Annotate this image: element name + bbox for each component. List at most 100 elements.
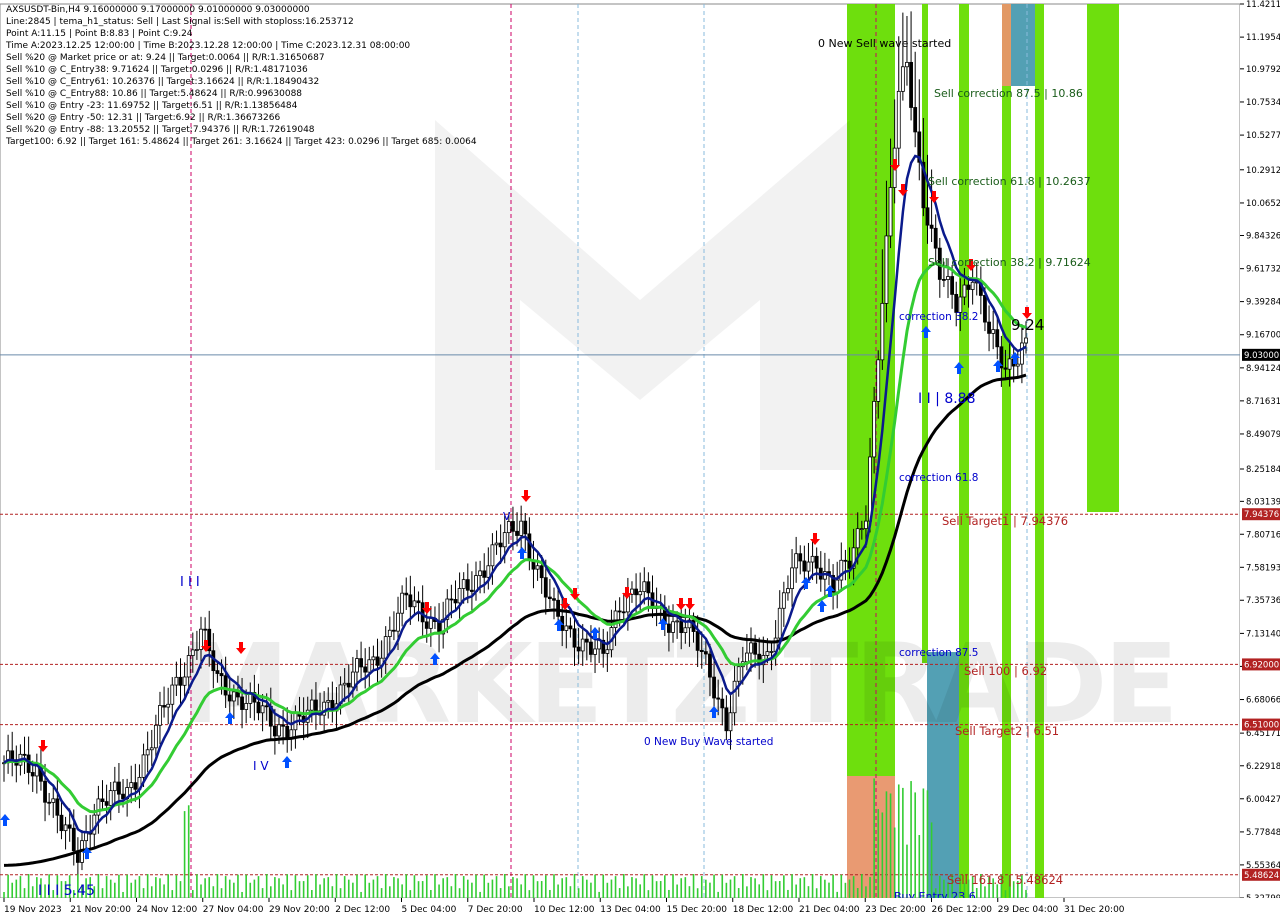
volume-bar	[393, 877, 395, 898]
price-tick-label: 9.16700	[1246, 331, 1280, 341]
volume-bar	[922, 788, 925, 898]
volume-bar	[380, 888, 383, 898]
volume-bar	[840, 874, 843, 898]
volume-bar	[265, 874, 268, 898]
candle-body	[400, 592, 405, 614]
candle-body	[174, 676, 179, 686]
candle-body	[1019, 342, 1024, 365]
candle-body	[950, 276, 955, 295]
volume-bar	[126, 874, 128, 898]
volume-bar	[274, 877, 276, 898]
level-label: Sell 161.8 | 5.48624	[947, 873, 1063, 887]
volume-bar	[914, 792, 916, 898]
candle-body	[387, 629, 392, 637]
candle-body	[905, 61, 909, 68]
volume-bar	[142, 888, 145, 898]
candle-body	[634, 588, 638, 596]
volume-bar	[696, 888, 699, 898]
time-tick-label: 18 Dec 12:00	[733, 905, 794, 915]
candle-body	[149, 747, 154, 751]
volume-bar	[836, 891, 838, 898]
candle-body	[359, 658, 363, 668]
volume-bar	[606, 882, 609, 898]
candle-body	[502, 532, 507, 548]
volume-bar	[528, 890, 531, 898]
candle-body	[519, 520, 524, 536]
volume-bar	[737, 888, 740, 898]
volume-bar	[610, 879, 613, 898]
level-label: Sell Target2 | 6.51	[955, 724, 1059, 738]
volume-bar	[569, 886, 572, 898]
volume-bar	[614, 876, 617, 898]
candle-body	[847, 560, 852, 569]
price-tick-label: 9.61732	[1246, 265, 1280, 275]
volume-bar	[819, 876, 822, 898]
volume-bar	[729, 879, 732, 898]
volume-bar	[930, 822, 933, 898]
signal-zone	[1002, 4, 1011, 898]
candle-body	[556, 599, 560, 617]
candle-body	[671, 621, 675, 633]
candle-body	[1003, 367, 1008, 370]
volume-bar	[298, 881, 301, 898]
info-line: Sell %10 @ C_Entry88: 10.86 || Target:5.…	[6, 89, 303, 99]
info-line: Sell %10 @ C_Entry61: 10.26376 || Target…	[6, 77, 320, 87]
candle-body	[769, 651, 774, 653]
level-tag-label: 6.51000	[1244, 721, 1279, 731]
volume-bar	[462, 876, 465, 898]
candle-body	[55, 798, 60, 816]
volume-bar	[97, 874, 100, 898]
volume-bar	[926, 790, 929, 898]
candle-body	[178, 676, 183, 686]
annotation-label: 0 New Sell wave started	[818, 37, 951, 50]
volume-bar	[889, 793, 892, 898]
volume-bar	[249, 882, 252, 898]
volume-bar	[405, 874, 408, 898]
volume-bar	[865, 886, 867, 898]
info-line: Line:2845 | tema_h1_status: Sell | Last …	[6, 17, 354, 27]
candle-body	[621, 611, 626, 614]
candle-body	[515, 530, 519, 536]
candle-body	[240, 696, 244, 710]
candle-body	[724, 707, 729, 732]
candle-body	[617, 610, 622, 613]
candle-body	[367, 659, 372, 673]
price-tick-label: 8.94124	[1246, 364, 1280, 374]
volume-bar	[516, 878, 518, 898]
volume-bar	[807, 886, 810, 898]
annotation-label: I I | 8.88	[918, 391, 976, 407]
candle-body	[708, 653, 712, 678]
candle-body	[244, 703, 249, 710]
volume-bar	[844, 882, 847, 898]
volume-bar	[179, 881, 182, 898]
volume-bar	[655, 881, 658, 898]
volume-bar	[183, 811, 186, 898]
volume-bar	[557, 884, 559, 898]
volume-bar	[787, 889, 789, 898]
volume-bar	[618, 888, 621, 898]
candle-body	[461, 579, 466, 589]
candle-body	[104, 801, 109, 806]
volume-bar	[594, 874, 596, 898]
candle-body	[720, 698, 725, 709]
candle-body	[765, 651, 770, 656]
candle-body	[843, 559, 848, 562]
candle-body	[547, 596, 552, 600]
candle-body	[814, 555, 819, 569]
candle-body	[572, 628, 577, 648]
volume-bar	[442, 878, 444, 898]
volume-bar	[315, 874, 317, 898]
candle-body	[457, 588, 462, 604]
volume-bar	[138, 876, 141, 898]
candle-body	[355, 658, 359, 673]
signal-zone	[1087, 4, 1119, 512]
candle-body	[564, 625, 569, 631]
candle-body	[346, 682, 351, 688]
candle-body	[182, 676, 187, 686]
price-tick-label: 5.77848	[1246, 828, 1280, 838]
candle-body	[424, 621, 429, 629]
candle-body	[96, 798, 101, 816]
volume-bar	[549, 889, 551, 898]
volume-bar	[918, 835, 921, 898]
candle-body	[203, 628, 208, 631]
